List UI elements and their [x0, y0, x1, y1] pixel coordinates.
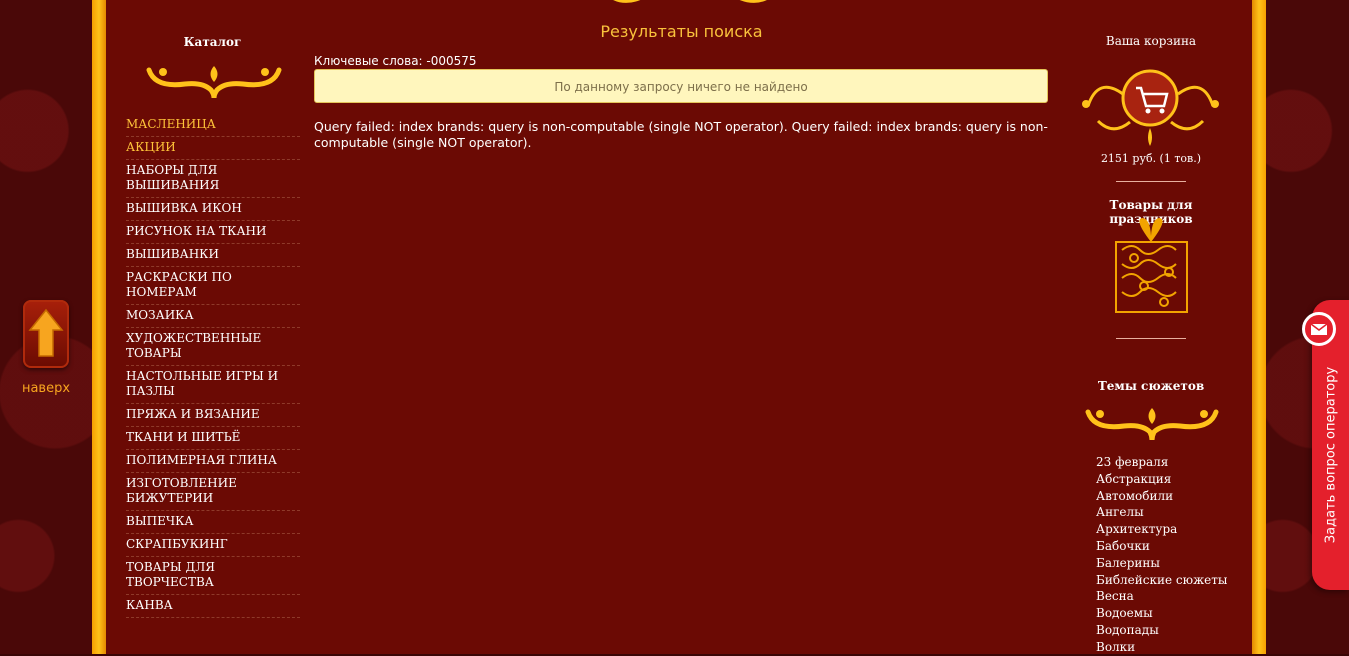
catalog-item[interactable]: МОЗАИКА [126, 305, 300, 328]
search-keywords: Ключевые слова: -000575 [314, 54, 477, 68]
catalog-item[interactable]: ПРЯЖА И ВЯЗАНИЕ [126, 404, 300, 427]
catalog-item[interactable]: ТКАНИ И ШИТЬЁ [126, 427, 300, 450]
gift-box-icon[interactable] [1114, 216, 1189, 314]
catalog-item[interactable]: НАСТОЛЬНЫЕ ИГРЫ И ПАЗЛЫ [126, 366, 300, 404]
theme-item[interactable]: Волки [1096, 639, 1227, 656]
scroll-top-button[interactable] [23, 300, 69, 368]
left-gold-frame [92, 0, 106, 654]
catalog-item[interactable]: РИСУНОК НА ТКАНИ [126, 221, 300, 244]
theme-item[interactable]: Ангелы [1096, 504, 1227, 521]
themes-title: Темы сюжетов [1097, 379, 1205, 393]
catalog-item[interactable]: НАБОРЫ ДЛЯ ВЫШИВАНИЯ [126, 160, 300, 198]
themes-list: 23 февраля Абстракция Автомобили Ангелы Архи… [1096, 454, 1227, 656]
theme-item[interactable]: 23 февраля [1096, 454, 1227, 471]
catalog-item[interactable]: КАНВА [126, 595, 300, 618]
catalog-item[interactable]: СКРАПБУКИНГ [126, 534, 300, 557]
theme-item[interactable]: Балерины [1096, 555, 1227, 572]
catalog-item[interactable]: МАСЛЕНИЦА [126, 114, 300, 137]
catalog-title: Каталог [183, 35, 242, 49]
cart-summary[interactable]: 2151 руб. (1 тов.) [1066, 152, 1236, 165]
theme-item[interactable]: Водоемы [1096, 605, 1227, 622]
theme-item[interactable]: Весна [1096, 588, 1227, 605]
catalog-item[interactable]: ТОВАРЫ ДЛЯ ТВОРЧЕСТВА [126, 557, 300, 595]
cart-title[interactable]: Ваша корзина [1066, 34, 1236, 48]
cart-icon[interactable] [1078, 66, 1223, 148]
themes-ornament-icon [1085, 408, 1219, 441]
right-gold-frame [1252, 0, 1266, 654]
ask-operator-label[interactable]: Задать вопрос оператору [1324, 367, 1339, 543]
catalog-item[interactable]: ХУДОЖЕСТВЕННЫЕ ТОВАРЫ [126, 328, 300, 366]
divider [1116, 338, 1186, 339]
scroll-top-label[interactable]: наверх [10, 381, 82, 396]
theme-item[interactable]: Водопады [1096, 622, 1227, 639]
divider [1116, 181, 1186, 182]
theme-item[interactable]: Архитектура [1096, 521, 1227, 538]
catalog-item[interactable]: ВЫПЕЧКА [126, 511, 300, 534]
theme-item[interactable]: Бабочки [1096, 538, 1227, 555]
catalog-item[interactable]: ИЗГОТОВЛЕНИЕ БИЖУТЕРИИ [126, 473, 300, 511]
theme-item[interactable]: Библейские сюжеты [1096, 572, 1227, 589]
catalog-item[interactable]: ВЫШИВКА ИКОН [126, 198, 300, 221]
catalog-list: МАСЛЕНИЦА АКЦИИ НАБОРЫ ДЛЯ ВЫШИВАНИЯ ВЫШИВК… [126, 114, 300, 618]
catalog-item[interactable]: АКЦИИ [126, 137, 300, 160]
catalog-ornament-icon [146, 66, 282, 99]
page-title: Результаты поиска [600, 22, 763, 41]
mail-icon[interactable] [1302, 312, 1336, 346]
theme-item[interactable]: Автомобили [1096, 488, 1227, 505]
catalog-item[interactable]: ПОЛИМЕРНАЯ ГЛИНА [126, 450, 300, 473]
arrow-up-icon [28, 308, 64, 357]
theme-item[interactable]: Абстракция [1096, 471, 1227, 488]
catalog-item[interactable]: РАСКРАСКИ ПО НОМЕРАМ [126, 267, 300, 305]
query-error-message: Query failed: index brands: query is non… [314, 119, 1048, 150]
catalog-item[interactable]: ВЫШИВАНКИ [126, 244, 300, 267]
no-results-notice: По данному запросу ничего не найдено [314, 69, 1048, 103]
top-ornament-icon [613, 0, 767, 3]
